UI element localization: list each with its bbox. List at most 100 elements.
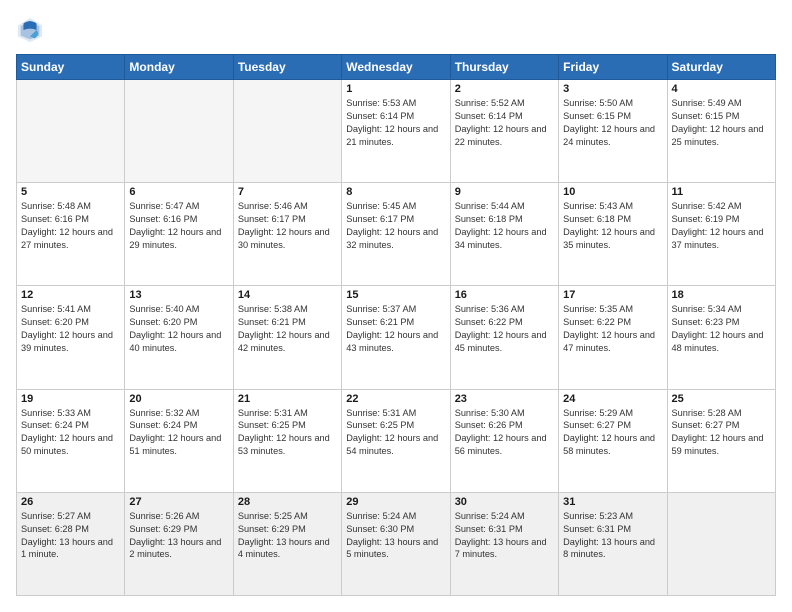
calendar-cell: 22Sunrise: 5:31 AMSunset: 6:25 PMDayligh… (342, 389, 450, 492)
day-number: 16 (455, 289, 554, 301)
day-number: 8 (346, 186, 445, 198)
day-number: 25 (672, 393, 771, 405)
calendar-cell: 24Sunrise: 5:29 AMSunset: 6:27 PMDayligh… (559, 389, 667, 492)
cell-sun-info: Sunrise: 5:31 AMSunset: 6:25 PMDaylight:… (346, 407, 445, 459)
calendar-cell: 12 Sunrise: 5:41 AMSunset: 6:20 PMDayligh… (17, 286, 125, 389)
cell-sun-info: Sunrise: 5:23 AMSunset: 6:31 PMDaylight:… (563, 510, 662, 562)
day-number: 1 (346, 83, 445, 95)
calendar-week-row: 26Sunrise: 5:27 AMSunset: 6:28 PMDayligh… (17, 492, 776, 595)
calendar-cell: 19Sunrise: 5:33 AMSunset: 6:24 PMDayligh… (17, 389, 125, 492)
calendar-cell: 8 Sunrise: 5:45 AMSunset: 6:17 PMDaylight… (342, 183, 450, 286)
day-number: 30 (455, 496, 554, 508)
day-number: 23 (455, 393, 554, 405)
day-number: 11 (672, 186, 771, 198)
day-number: 18 (672, 289, 771, 301)
calendar-cell: 2 Sunrise: 5:52 AMSunset: 6:14 PMDaylight… (450, 80, 558, 183)
weekday-header: Wednesday (342, 55, 450, 80)
weekday-header: Sunday (17, 55, 125, 80)
cell-sun-info: Sunrise: 5:35 AMSunset: 6:22 PMDaylight:… (563, 303, 662, 355)
cell-sun-info: Sunrise: 5:26 AMSunset: 6:29 PMDaylight:… (129, 510, 228, 562)
calendar-cell (233, 80, 341, 183)
cell-sun-info: Sunrise: 5:49 AMSunset: 6:15 PMDaylight:… (672, 97, 771, 149)
calendar-cell: 31 Sunrise: 5:23 AMSunset: 6:31 PMDayligh… (559, 492, 667, 595)
cell-sun-info: Sunrise: 5:34 AMSunset: 6:23 PMDaylight:… (672, 303, 771, 355)
calendar-cell: 18 Sunrise: 5:34 AMSunset: 6:23 PMDayligh… (667, 286, 775, 389)
calendar-table: SundayMondayTuesdayWednesdayThursdayFrid… (16, 54, 776, 596)
calendar-week-row: 12 Sunrise: 5:41 AMSunset: 6:20 PMDayligh… (17, 286, 776, 389)
weekday-header: Friday (559, 55, 667, 80)
header (16, 16, 776, 44)
calendar-cell: 15Sunrise: 5:37 AMSunset: 6:21 PMDayligh… (342, 286, 450, 389)
calendar-cell: 21 Sunrise: 5:31 AMSunset: 6:25 PMDayligh… (233, 389, 341, 492)
day-number: 13 (129, 289, 228, 301)
calendar-week-row: 1 Sunrise: 5:53 AMSunset: 6:14 PMDaylight… (17, 80, 776, 183)
calendar-cell: 30 Sunrise: 5:24 AMSunset: 6:31 PMDayligh… (450, 492, 558, 595)
calendar-cell: 25 Sunrise: 5:28 AMSunset: 6:27 PMDayligh… (667, 389, 775, 492)
cell-sun-info: Sunrise: 5:44 AMSunset: 6:18 PMDaylight:… (455, 200, 554, 252)
cell-sun-info: Sunrise: 5:28 AMSunset: 6:27 PMDaylight:… (672, 407, 771, 459)
day-number: 5 (21, 186, 120, 198)
calendar-cell: 26Sunrise: 5:27 AMSunset: 6:28 PMDayligh… (17, 492, 125, 595)
cell-sun-info: Sunrise: 5:42 AMSunset: 6:19 PMDaylight:… (672, 200, 771, 252)
cell-sun-info: Sunrise: 5:31 AMSunset: 6:25 PMDaylight:… (238, 407, 337, 459)
day-number: 6 (129, 186, 228, 198)
day-number: 2 (455, 83, 554, 95)
calendar-cell: 14 Sunrise: 5:38 AMSunset: 6:21 PMDayligh… (233, 286, 341, 389)
day-number: 12 (21, 289, 120, 301)
cell-sun-info: Sunrise: 5:27 AMSunset: 6:28 PMDaylight:… (21, 510, 120, 562)
calendar-header-row: SundayMondayTuesdayWednesdayThursdayFrid… (17, 55, 776, 80)
cell-sun-info: Sunrise: 5:30 AMSunset: 6:26 PMDaylight:… (455, 407, 554, 459)
day-number: 4 (672, 83, 771, 95)
calendar-cell (17, 80, 125, 183)
calendar-cell (125, 80, 233, 183)
day-number: 20 (129, 393, 228, 405)
calendar-cell: 1 Sunrise: 5:53 AMSunset: 6:14 PMDaylight… (342, 80, 450, 183)
calendar-cell: 4 Sunrise: 5:49 AMSunset: 6:15 PMDaylight… (667, 80, 775, 183)
calendar-cell: 27 Sunrise: 5:26 AMSunset: 6:29 PMDayligh… (125, 492, 233, 595)
day-number: 28 (238, 496, 337, 508)
calendar-cell: 29Sunrise: 5:24 AMSunset: 6:30 PMDayligh… (342, 492, 450, 595)
weekday-header: Tuesday (233, 55, 341, 80)
calendar-cell: 5 Sunrise: 5:48 AMSunset: 6:16 PMDaylight… (17, 183, 125, 286)
cell-sun-info: Sunrise: 5:36 AMSunset: 6:22 PMDaylight:… (455, 303, 554, 355)
cell-sun-info: Sunrise: 5:38 AMSunset: 6:21 PMDaylight:… (238, 303, 337, 355)
day-number: 9 (455, 186, 554, 198)
day-number: 19 (21, 393, 120, 405)
day-number: 27 (129, 496, 228, 508)
cell-sun-info: Sunrise: 5:48 AMSunset: 6:16 PMDaylight:… (21, 200, 120, 252)
day-number: 31 (563, 496, 662, 508)
calendar-cell: 17Sunrise: 5:35 AMSunset: 6:22 PMDayligh… (559, 286, 667, 389)
calendar-week-row: 5 Sunrise: 5:48 AMSunset: 6:16 PMDaylight… (17, 183, 776, 286)
cell-sun-info: Sunrise: 5:53 AMSunset: 6:14 PMDaylight:… (346, 97, 445, 149)
day-number: 14 (238, 289, 337, 301)
day-number: 15 (346, 289, 445, 301)
weekday-header: Thursday (450, 55, 558, 80)
cell-sun-info: Sunrise: 5:47 AMSunset: 6:16 PMDaylight:… (129, 200, 228, 252)
calendar-cell: 16 Sunrise: 5:36 AMSunset: 6:22 PMDayligh… (450, 286, 558, 389)
cell-sun-info: Sunrise: 5:29 AMSunset: 6:27 PMDaylight:… (563, 407, 662, 459)
calendar-week-row: 19Sunrise: 5:33 AMSunset: 6:24 PMDayligh… (17, 389, 776, 492)
cell-sun-info: Sunrise: 5:24 AMSunset: 6:31 PMDaylight:… (455, 510, 554, 562)
day-number: 29 (346, 496, 445, 508)
logo (16, 16, 46, 44)
calendar-cell: 9 Sunrise: 5:44 AMSunset: 6:18 PMDaylight… (450, 183, 558, 286)
day-number: 3 (563, 83, 662, 95)
calendar-cell: 10Sunrise: 5:43 AMSunset: 6:18 PMDayligh… (559, 183, 667, 286)
cell-sun-info: Sunrise: 5:41 AMSunset: 6:20 PMDaylight:… (21, 303, 120, 355)
day-number: 7 (238, 186, 337, 198)
calendar-cell: 6 Sunrise: 5:47 AMSunset: 6:16 PMDaylight… (125, 183, 233, 286)
calendar-cell: 7 Sunrise: 5:46 AMSunset: 6:17 PMDaylight… (233, 183, 341, 286)
cell-sun-info: Sunrise: 5:40 AMSunset: 6:20 PMDaylight:… (129, 303, 228, 355)
weekday-header: Saturday (667, 55, 775, 80)
weekday-header: Monday (125, 55, 233, 80)
page: SundayMondayTuesdayWednesdayThursdayFrid… (0, 0, 792, 612)
cell-sun-info: Sunrise: 5:50 AMSunset: 6:15 PMDaylight:… (563, 97, 662, 149)
calendar-cell: 11 Sunrise: 5:42 AMSunset: 6:19 PMDayligh… (667, 183, 775, 286)
day-number: 21 (238, 393, 337, 405)
cell-sun-info: Sunrise: 5:43 AMSunset: 6:18 PMDaylight:… (563, 200, 662, 252)
cell-sun-info: Sunrise: 5:46 AMSunset: 6:17 PMDaylight:… (238, 200, 337, 252)
cell-sun-info: Sunrise: 5:52 AMSunset: 6:14 PMDaylight:… (455, 97, 554, 149)
calendar-cell: 20Sunrise: 5:32 AMSunset: 6:24 PMDayligh… (125, 389, 233, 492)
cell-sun-info: Sunrise: 5:45 AMSunset: 6:17 PMDaylight:… (346, 200, 445, 252)
cell-sun-info: Sunrise: 5:25 AMSunset: 6:29 PMDaylight:… (238, 510, 337, 562)
